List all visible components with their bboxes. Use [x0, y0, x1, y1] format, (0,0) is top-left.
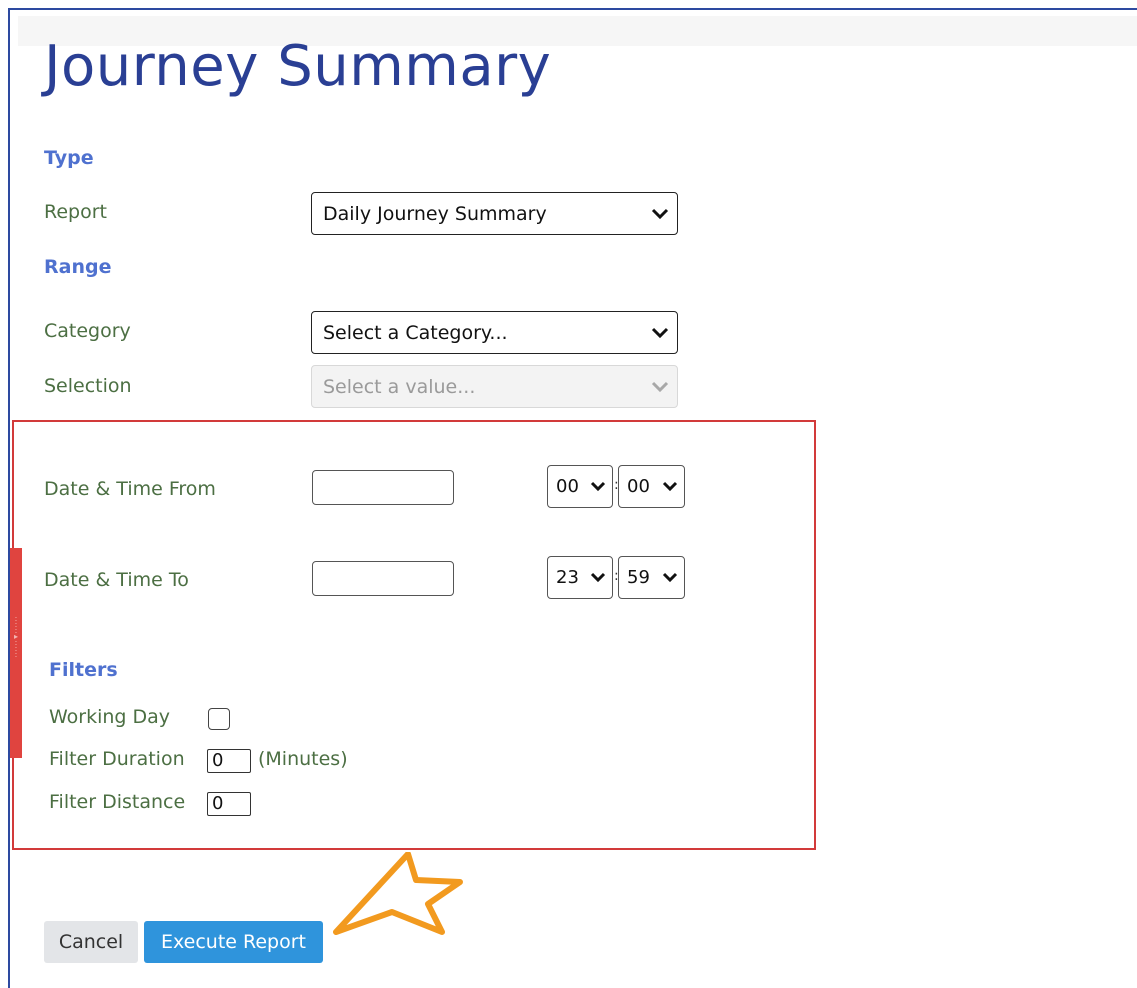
- to-minute-value: 59: [627, 567, 650, 588]
- type-heading: Type: [44, 147, 94, 169]
- chevron-down-icon: [662, 572, 678, 584]
- filter-distance-input[interactable]: 0: [207, 792, 251, 816]
- page-title: Journey Summary: [44, 34, 552, 99]
- execute-report-button[interactable]: Execute Report: [144, 921, 323, 963]
- date-to-input[interactable]: [312, 561, 454, 596]
- category-select[interactable]: Select a Category...: [311, 311, 678, 354]
- filter-duration-label: Filter Duration: [49, 748, 185, 770]
- filter-duration-unit: (Minutes): [258, 748, 348, 770]
- from-hour-select[interactable]: 00: [547, 465, 613, 508]
- to-hour-select[interactable]: 23: [547, 556, 613, 599]
- filter-duration-input[interactable]: 0: [207, 749, 251, 773]
- selection-select-value: Select a value...: [323, 375, 476, 398]
- from-minute-select[interactable]: 00: [618, 465, 685, 508]
- side-tab-handle[interactable]: ::: ▸:::: [10, 548, 22, 758]
- to-hour-value: 23: [556, 567, 579, 588]
- selection-label: Selection: [44, 375, 132, 397]
- chevron-down-icon: [651, 381, 669, 393]
- chevron-down-icon: [662, 481, 678, 493]
- date-to-label: Date & Time To: [44, 569, 189, 591]
- cancel-button[interactable]: Cancel: [44, 921, 138, 963]
- from-minute-value: 00: [627, 476, 650, 497]
- chevron-down-icon: [590, 481, 606, 493]
- report-select[interactable]: Daily Journey Summary: [311, 192, 678, 235]
- chevron-down-icon: [651, 208, 669, 220]
- working-day-checkbox[interactable]: [208, 708, 230, 730]
- chevron-down-icon: [651, 327, 669, 339]
- chevron-down-icon: [590, 572, 606, 584]
- report-select-value: Daily Journey Summary: [323, 202, 547, 225]
- date-from-input[interactable]: [312, 470, 454, 505]
- date-from-label: Date & Time From: [44, 478, 216, 500]
- filter-distance-label: Filter Distance: [49, 791, 186, 813]
- working-day-label: Working Day: [49, 706, 171, 728]
- to-minute-select[interactable]: 59: [618, 556, 685, 599]
- report-label: Report: [44, 201, 107, 223]
- selection-select: Select a value...: [311, 365, 678, 408]
- category-select-value: Select a Category...: [323, 321, 508, 344]
- range-heading: Range: [44, 256, 112, 278]
- filters-heading: Filters: [49, 659, 118, 681]
- arrow-annotation-icon: [333, 852, 463, 935]
- category-label: Category: [44, 320, 131, 342]
- from-hour-value: 00: [556, 476, 579, 497]
